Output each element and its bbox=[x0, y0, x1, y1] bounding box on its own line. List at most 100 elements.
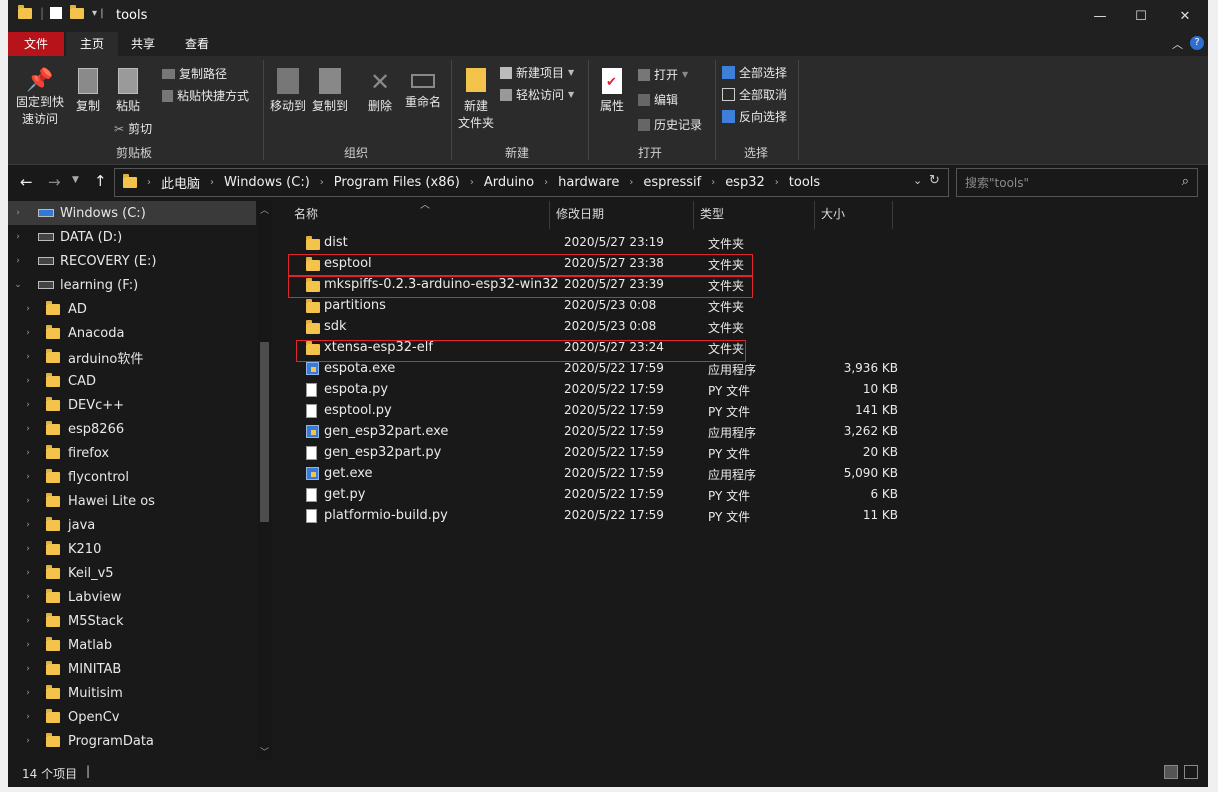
search-box[interactable]: 搜索"tools" ⌕ bbox=[956, 168, 1198, 197]
expand-icon[interactable]: › bbox=[18, 496, 38, 506]
forward-button[interactable]: → bbox=[48, 173, 61, 191]
new-folder-icon[interactable] bbox=[70, 4, 85, 19]
expand-icon[interactable]: › bbox=[8, 256, 28, 266]
nav-drive-e[interactable]: › RECOVERY (E:) bbox=[8, 249, 256, 273]
copy-to-button[interactable]: 复制到 bbox=[310, 68, 350, 115]
file-row[interactable]: partitions 2020/5/23 0:08 文件夹 bbox=[294, 296, 914, 317]
expand-icon[interactable]: › bbox=[18, 544, 38, 554]
expand-icon[interactable]: › bbox=[18, 328, 38, 338]
expand-icon[interactable]: › bbox=[8, 208, 28, 218]
nav-folder-item[interactable]: › K210 bbox=[8, 537, 256, 561]
properties-icon[interactable] bbox=[50, 7, 63, 19]
details-view-icon[interactable] bbox=[1164, 765, 1178, 779]
refresh-icon[interactable]: ↻ bbox=[929, 173, 940, 188]
address-history-icon[interactable]: ⌄ bbox=[913, 174, 922, 187]
file-row[interactable]: get.exe 2020/5/22 17:59 应用程序 5,090 KB bbox=[294, 464, 914, 485]
expand-icon[interactable]: › bbox=[18, 448, 38, 458]
paste-shortcut-button[interactable]: 粘贴快捷方式 bbox=[162, 87, 249, 104]
nav-folder-item[interactable]: › flycontrol bbox=[8, 465, 256, 489]
expand-icon[interactable]: › bbox=[18, 640, 38, 650]
expand-icon[interactable]: › bbox=[18, 376, 38, 386]
new-item-button[interactable]: 新建项目 ▼ bbox=[500, 64, 574, 81]
nav-folder-item[interactable]: › Matlab bbox=[8, 633, 256, 657]
expand-icon[interactable]: › bbox=[18, 616, 38, 626]
file-row[interactable]: get.py 2020/5/22 17:59 PY 文件 6 KB bbox=[294, 485, 914, 506]
expand-icon[interactable]: › bbox=[18, 664, 38, 674]
collapse-ribbon-icon[interactable]: ︿ bbox=[1172, 36, 1183, 52]
up-button[interactable]: ↑ bbox=[94, 172, 107, 190]
large-icons-view-icon[interactable] bbox=[1184, 765, 1198, 779]
history-button[interactable]: 历史记录 bbox=[638, 116, 702, 133]
delete-button[interactable]: ✕ 删除 bbox=[362, 68, 398, 115]
recent-locations-icon[interactable]: ▼ bbox=[72, 175, 79, 185]
nav-folder-item[interactable]: › MINITAB bbox=[8, 657, 256, 681]
scroll-up-icon[interactable]: ︿ bbox=[260, 203, 269, 216]
file-row[interactable]: gen_esp32part.py 2020/5/22 17:59 PY 文件 20 K… bbox=[294, 443, 914, 464]
nav-folder-item[interactable]: › Hawei Lite os bbox=[8, 489, 256, 513]
file-row[interactable]: espota.py 2020/5/22 17:59 PY 文件 10 KB bbox=[294, 380, 914, 401]
nav-scroll-thumb[interactable] bbox=[260, 342, 269, 522]
select-all-button[interactable]: 全部选择 bbox=[722, 64, 787, 81]
tab-share[interactable]: 共享 bbox=[120, 32, 166, 56]
file-row[interactable]: platformio-build.py 2020/5/22 17:59 PY 文件 1… bbox=[294, 506, 914, 527]
move-to-button[interactable]: 移动到 bbox=[268, 68, 308, 115]
column-size[interactable]: 大小 bbox=[815, 201, 893, 229]
rename-button[interactable]: 重命名 bbox=[402, 68, 444, 111]
expand-icon[interactable]: › bbox=[18, 424, 38, 434]
column-type[interactable]: 类型 bbox=[694, 201, 815, 229]
expand-icon[interactable]: › bbox=[18, 472, 38, 482]
nav-folder-item[interactable]: › ProgramData bbox=[8, 729, 256, 753]
expand-icon[interactable]: › bbox=[18, 568, 38, 578]
scroll-down-icon[interactable]: ﹀ bbox=[260, 745, 269, 758]
nav-folder-item[interactable]: › Muitisim bbox=[8, 681, 256, 705]
easy-access-button[interactable]: 轻松访问 ▼ bbox=[500, 86, 574, 103]
tab-view[interactable]: 查看 bbox=[172, 32, 222, 56]
column-name[interactable]: 名称 bbox=[288, 201, 550, 229]
nav-folder-item[interactable]: › CAD bbox=[8, 369, 256, 393]
nav-scrollbar[interactable]: ︿ ﹀ bbox=[257, 201, 272, 759]
maximize-button[interactable]: ☐ bbox=[1118, 0, 1164, 32]
breadcrumb-program-files[interactable]: Program Files (x86) bbox=[334, 175, 460, 190]
expand-icon[interactable]: › bbox=[18, 712, 38, 722]
nav-drive-d[interactable]: › DATA (D:) bbox=[8, 225, 256, 249]
help-icon[interactable]: ? bbox=[1190, 36, 1204, 50]
file-row[interactable]: esptool.py 2020/5/22 17:59 PY 文件 141 KB bbox=[294, 401, 914, 422]
breadcrumb-this-pc[interactable]: 此电脑 bbox=[161, 173, 200, 192]
new-folder-button[interactable]: 新建 文件夹 bbox=[454, 68, 498, 132]
edit-button[interactable]: 编辑 bbox=[638, 91, 678, 108]
paste-button[interactable]: 粘贴 bbox=[110, 68, 146, 115]
expand-icon[interactable]: › bbox=[8, 232, 28, 242]
file-row[interactable]: sdk 2020/5/23 0:08 文件夹 bbox=[294, 317, 914, 338]
nav-folder-item[interactable]: › firefox bbox=[8, 441, 256, 465]
expand-icon[interactable]: › bbox=[18, 736, 38, 746]
nav-folder-item[interactable]: › AD bbox=[8, 297, 256, 321]
expand-icon[interactable]: › bbox=[18, 352, 38, 362]
nav-folder-item[interactable]: › Anacoda bbox=[8, 321, 256, 345]
tab-home[interactable]: 主页 bbox=[66, 32, 118, 56]
file-row[interactable]: dist 2020/5/27 23:19 文件夹 bbox=[294, 233, 914, 254]
nav-folder-item[interactable]: › esp8266 bbox=[8, 417, 256, 441]
breadcrumb-hardware[interactable]: hardware bbox=[558, 175, 619, 190]
tab-file[interactable]: 文件 bbox=[8, 32, 64, 56]
nav-folder-item[interactable]: › Keil_v5 bbox=[8, 561, 256, 585]
breadcrumb-esp32[interactable]: esp32 bbox=[725, 175, 765, 190]
minimize-button[interactable]: — bbox=[1077, 0, 1123, 32]
expand-icon[interactable]: › bbox=[18, 304, 38, 314]
nav-folder-item[interactable]: › arduino软件 bbox=[8, 345, 256, 369]
invert-selection-button[interactable]: 反向选择 bbox=[722, 108, 787, 125]
expand-icon[interactable]: › bbox=[18, 688, 38, 698]
file-row[interactable]: gen_esp32part.exe 2020/5/22 17:59 应用程序 3,26… bbox=[294, 422, 914, 443]
select-none-button[interactable]: 全部取消 bbox=[722, 86, 787, 103]
expand-icon[interactable]: › bbox=[18, 592, 38, 602]
nav-folder-item[interactable]: › OpenCv bbox=[8, 705, 256, 729]
nav-folder-item[interactable]: › DEVc++ bbox=[8, 393, 256, 417]
nav-folder-item[interactable]: › java bbox=[8, 513, 256, 537]
expand-icon[interactable]: › bbox=[18, 400, 38, 410]
breadcrumb-tools[interactable]: tools bbox=[789, 175, 820, 190]
copy-path-button[interactable]: 复制路径 bbox=[162, 65, 227, 82]
nav-folder-item[interactable]: › Labview bbox=[8, 585, 256, 609]
close-button[interactable]: ✕ bbox=[1162, 0, 1208, 32]
breadcrumb-windows-c[interactable]: Windows (C:) bbox=[224, 175, 310, 190]
nav-drive-f[interactable]: ⌄ learning (F:) bbox=[8, 273, 256, 297]
breadcrumb-espressif[interactable]: espressif bbox=[643, 175, 701, 190]
